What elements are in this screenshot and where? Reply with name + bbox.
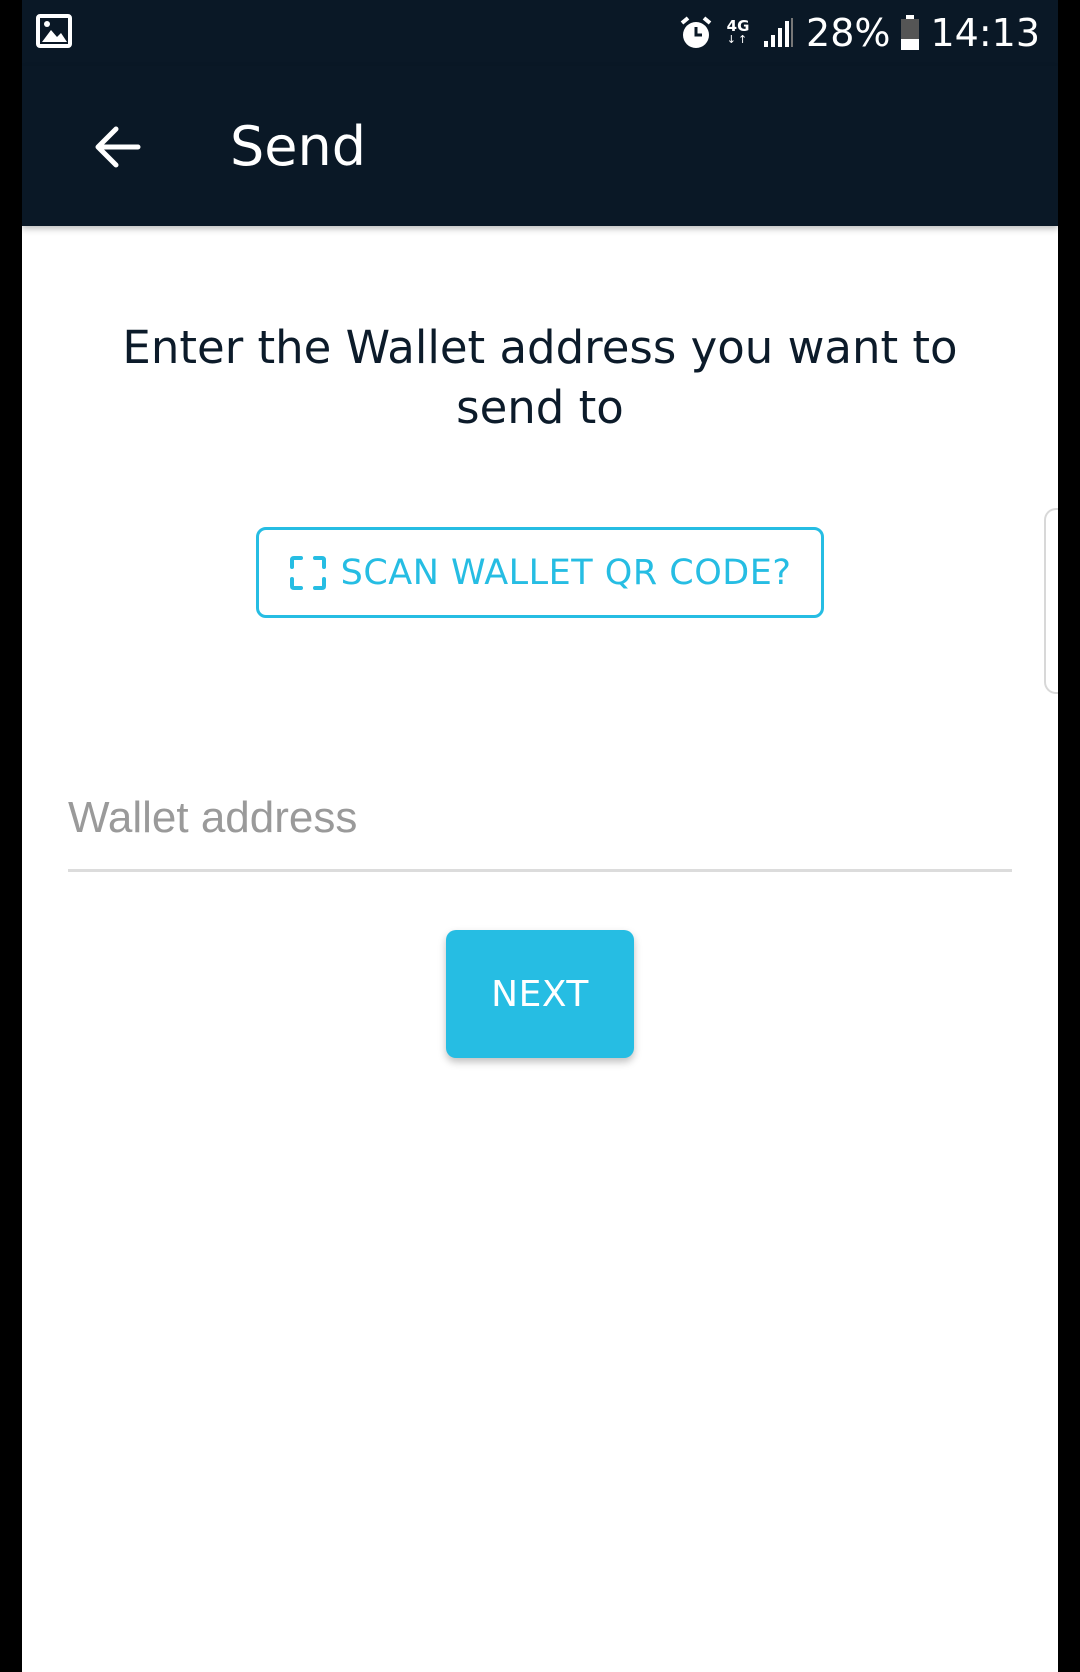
- screen: 4G ↓↑ 28% 14:13 Send Enter the Wallet ad…: [22, 0, 1058, 1672]
- scan-qr-button[interactable]: SCAN WALLET QR CODE?: [256, 527, 824, 618]
- back-button[interactable]: [82, 112, 152, 182]
- signal-icon: [764, 18, 794, 47]
- wallet-prompt: Enter the Wallet address you want to sen…: [122, 321, 958, 434]
- edge-panel-handle[interactable]: [1044, 508, 1058, 694]
- battery-icon: [901, 15, 920, 50]
- gallery-icon: [36, 14, 72, 48]
- status-indicators: 4G ↓↑ 28% 14:13: [678, 0, 1040, 66]
- network-type: 4G ↓↑: [726, 17, 750, 47]
- status-bar: 4G ↓↑ 28% 14:13: [22, 0, 1058, 66]
- qr-scan-icon: [289, 555, 326, 590]
- battery-percent: 28%: [806, 11, 891, 55]
- app-bar: Send: [22, 66, 1058, 226]
- clock: 14:13: [930, 11, 1040, 55]
- scan-qr-label: SCAN WALLET QR CODE?: [340, 552, 792, 593]
- alarm-icon: [680, 16, 712, 48]
- next-button[interactable]: NEXT: [446, 930, 634, 1058]
- page-title: Send: [230, 115, 367, 178]
- back-arrow-icon: [95, 126, 141, 168]
- wallet-address-input[interactable]: [68, 778, 1012, 872]
